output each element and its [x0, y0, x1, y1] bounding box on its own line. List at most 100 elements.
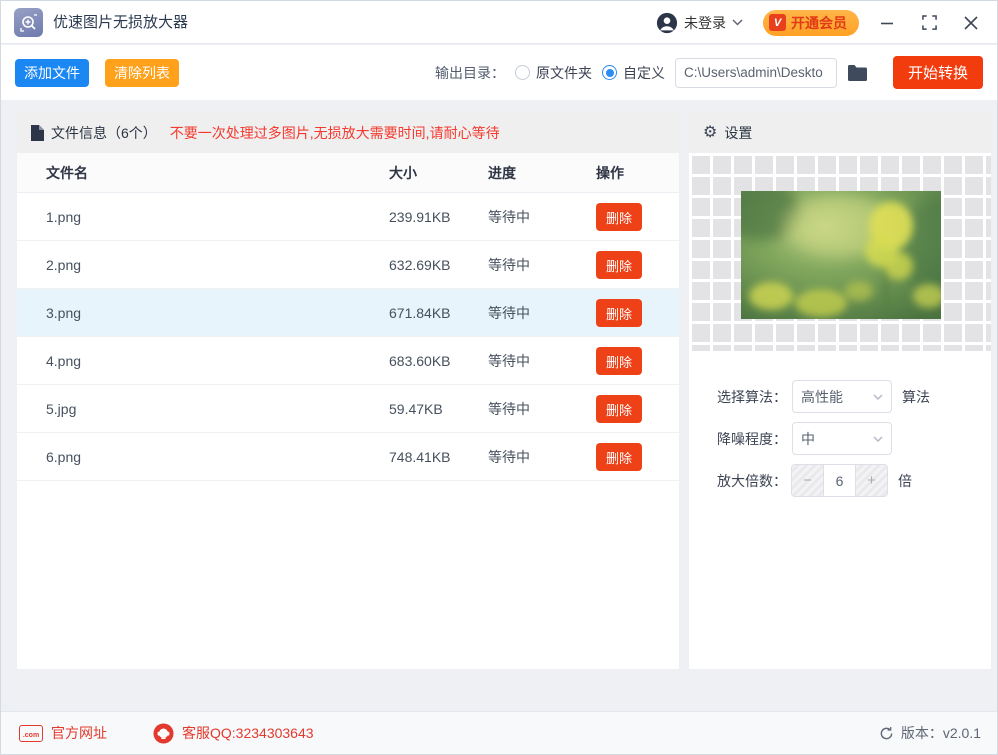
website-icon: .com: [19, 724, 43, 742]
version-label: 版本：v2.0.1: [900, 725, 981, 741]
denoise-label: 降噪程度：: [717, 430, 787, 447]
file-name: 2.png: [46, 257, 82, 273]
chevron-down-icon: [873, 436, 883, 442]
scale-decrease-button[interactable]: −: [792, 465, 824, 496]
output-path-input[interactable]: [675, 57, 837, 88]
delete-button[interactable]: 删除: [596, 251, 642, 279]
algorithm-row: 选择算法： 高性能 算法: [689, 380, 991, 413]
folder-icon: [848, 64, 867, 81]
settings-panel: ⚙ 设置 选择算法： 高性能 算法 降噪程度： 中 放大倍数： − 6 + 倍: [689, 113, 991, 669]
scale-suffix: 倍: [898, 472, 912, 489]
maximize-button[interactable]: [915, 9, 943, 37]
file-size: 239.91KB: [389, 209, 451, 225]
denoise-row: 降噪程度： 中: [689, 422, 991, 455]
radio-original-folder[interactable]: 原文件夹: [515, 63, 592, 83]
official-website-link[interactable]: .com 官方网址: [19, 723, 107, 743]
gear-icon: ⚙: [703, 124, 718, 141]
add-files-button[interactable]: 添加文件: [15, 59, 89, 87]
settings-panel-title: 设置: [724, 125, 753, 141]
table-row[interactable]: 5.jpg 59.47KB 等待中 删除: [17, 385, 679, 433]
table-row[interactable]: 6.png 748.41KB 等待中 删除: [17, 433, 679, 481]
file-status: 等待中: [488, 257, 530, 273]
start-convert-button[interactable]: 开始转换: [893, 56, 983, 89]
delete-button[interactable]: 删除: [596, 203, 642, 231]
app-title: 优速图片无损放大器: [53, 14, 189, 31]
scale-increase-button[interactable]: +: [855, 465, 887, 496]
file-name: 5.jpg: [46, 401, 77, 417]
browse-folder-button[interactable]: [847, 64, 869, 82]
scale-value: 6: [824, 465, 855, 496]
open-vip-button[interactable]: V 开通会员: [763, 9, 859, 36]
denoise-select[interactable]: 中: [792, 422, 892, 455]
file-name: 1.png: [46, 209, 82, 225]
delete-button[interactable]: 删除: [596, 299, 642, 327]
radio-original-circle: [515, 65, 530, 80]
preview-image: [741, 191, 941, 319]
transparency-grid: [689, 153, 991, 351]
file-status: 等待中: [488, 353, 530, 369]
website-label: 官方网址: [51, 725, 107, 741]
table-row[interactable]: 4.png 683.60KB 等待中 删除: [17, 337, 679, 385]
radio-custom-label: 自定义: [623, 64, 665, 81]
file-size: 683.60KB: [389, 353, 451, 369]
table-row[interactable]: 1.png 239.91KB 等待中 删除: [17, 193, 679, 241]
file-size: 748.41KB: [389, 449, 451, 465]
file-status: 等待中: [488, 401, 530, 417]
file-name: 6.png: [46, 449, 82, 465]
output-dir-label: 输出目录：: [435, 64, 505, 81]
file-name: 4.png: [46, 353, 82, 369]
customer-service-icon: [153, 722, 174, 744]
app-window: 优速图片无损放大器 未登录 V 开通会员 添加文件 清除列表 输出目录： 原文件…: [0, 0, 998, 755]
customer-service-link[interactable]: 客服QQ:3234303643: [153, 722, 314, 744]
file-panel-title: 文件信息（6个）: [51, 125, 157, 141]
column-progress: 进度: [488, 165, 516, 181]
document-icon: [31, 125, 44, 141]
delete-button[interactable]: 删除: [596, 347, 642, 375]
scale-stepper: − 6 +: [791, 464, 888, 497]
login-status-label: 未登录: [684, 14, 726, 31]
file-list-panel: 文件信息（6个） 不要一次处理过多图片,无损放大需要时间,请耐心等待 文件名 大…: [17, 113, 679, 669]
file-size: 671.84KB: [389, 305, 451, 321]
app-logo-icon: [14, 8, 43, 37]
delete-button[interactable]: 删除: [596, 395, 642, 423]
column-size: 大小: [389, 165, 417, 181]
table-header: 文件名 大小 进度 操作: [17, 153, 679, 193]
algorithm-suffix: 算法: [902, 388, 930, 405]
settings-panel-header: ⚙ 设置: [689, 113, 991, 153]
warning-text: 不要一次处理过多图片,无损放大需要时间,请耐心等待: [169, 125, 500, 141]
algorithm-label: 选择算法：: [717, 388, 787, 405]
radio-original-label: 原文件夹: [536, 64, 592, 81]
footer: .com 官方网址 客服QQ:3234303643 版本：v2.0.1: [1, 711, 997, 754]
minimize-button[interactable]: [873, 9, 901, 37]
file-panel-header: 文件信息（6个） 不要一次处理过多图片,无损放大需要时间,请耐心等待: [17, 113, 679, 153]
table-row-selected[interactable]: 3.png 671.84KB 等待中 删除: [17, 289, 679, 337]
clear-list-button[interactable]: 清除列表: [105, 59, 179, 87]
denoise-value: 中: [801, 430, 815, 447]
column-filename: 文件名: [46, 165, 88, 181]
login-menu[interactable]: 未登录: [656, 12, 743, 34]
qq-label: 客服QQ:3234303643: [182, 725, 314, 741]
file-status: 等待中: [488, 305, 530, 321]
version-check[interactable]: 版本：v2.0.1: [879, 723, 981, 743]
file-status: 等待中: [488, 209, 530, 225]
scale-row: 放大倍数： − 6 + 倍: [689, 464, 991, 497]
radio-custom-folder[interactable]: 自定义: [602, 63, 665, 83]
chevron-down-icon: [732, 19, 743, 26]
vip-button-label: 开通会员: [791, 14, 847, 31]
file-name: 3.png: [46, 305, 82, 321]
refresh-icon: [880, 726, 893, 739]
titlebar: 优速图片无损放大器 未登录 V 开通会员: [1, 1, 997, 44]
file-status: 等待中: [488, 449, 530, 465]
file-size: 632.69KB: [389, 257, 451, 273]
file-size: 59.47KB: [389, 401, 443, 417]
user-avatar-icon: [656, 12, 678, 33]
delete-button[interactable]: 删除: [596, 443, 642, 471]
algorithm-select[interactable]: 高性能: [792, 380, 892, 413]
toolbar: 添加文件 清除列表 输出目录： 原文件夹 自定义 开始转换: [1, 45, 997, 100]
chevron-down-icon: [873, 394, 883, 400]
close-button[interactable]: [957, 9, 985, 37]
table-row[interactable]: 2.png 632.69KB 等待中 删除: [17, 241, 679, 289]
radio-custom-circle: [602, 65, 617, 80]
vip-badge-icon: V: [769, 14, 786, 31]
algorithm-value: 高性能: [801, 388, 843, 405]
